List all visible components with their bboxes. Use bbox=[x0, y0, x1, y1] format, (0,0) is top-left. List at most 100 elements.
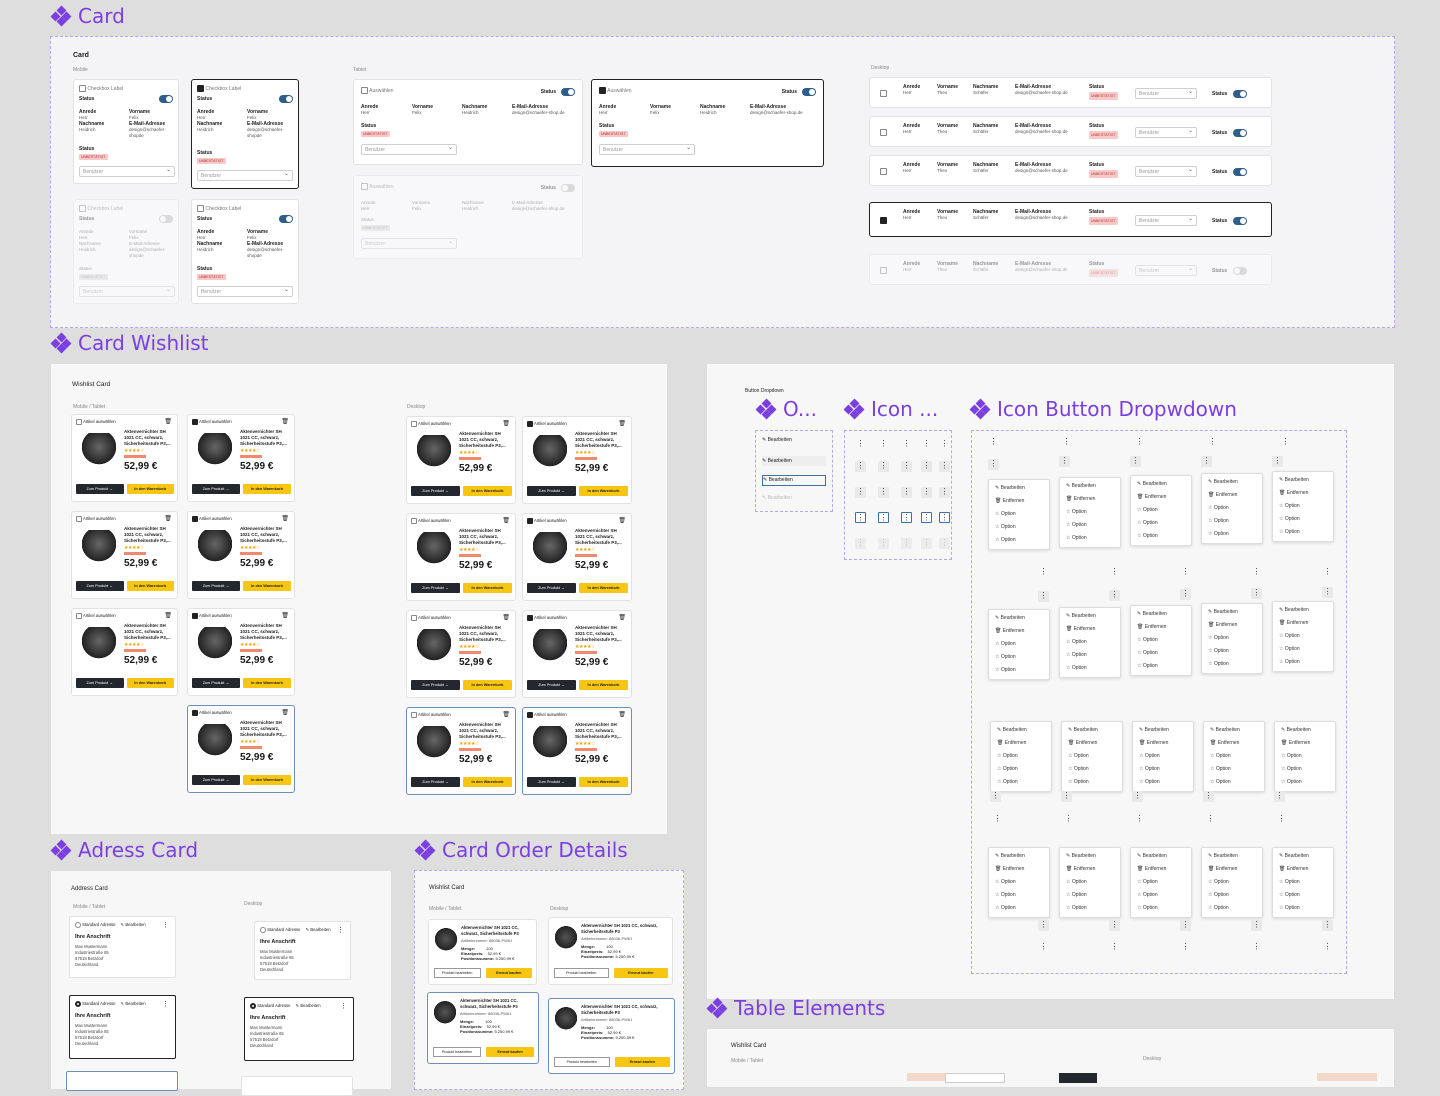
wishlist-card[interactable]: Artikel auswählen 🗑 Aktenvernichter SH 1… bbox=[406, 707, 516, 795]
edit-label[interactable]: Bearbeiten bbox=[300, 1003, 320, 1008]
menu-item[interactable]: 🗑 Entfernen bbox=[1131, 863, 1191, 876]
kebab-menu-icon[interactable]: ⋮ bbox=[337, 926, 344, 934]
trash-icon[interactable]: 🗑 bbox=[502, 711, 510, 718]
dropdown-item-focus[interactable]: ✎ Bearbeiten bbox=[762, 475, 826, 486]
checkbox[interactable] bbox=[79, 85, 86, 92]
kebab-menu-icon[interactable]: ⋮ bbox=[1038, 920, 1049, 931]
menu-item[interactable]: ☆ Option bbox=[991, 776, 1051, 789]
role-select[interactable]: Benutzer bbox=[599, 144, 695, 155]
kebab-menu-icon[interactable]: ⋮ bbox=[1134, 814, 1145, 825]
address-radio[interactable] bbox=[75, 922, 81, 928]
menu-item[interactable]: ✎ Bearbeiten bbox=[1062, 724, 1122, 737]
kebab-menu-icon[interactable]: ⋮ bbox=[1205, 814, 1216, 825]
address-card[interactable]: Standard Adresse ✎ Bearbeiten ⋮ Ihre Ans… bbox=[69, 995, 176, 1059]
kebab-menu-icon[interactable]: ⋮ bbox=[162, 921, 169, 929]
status-toggle[interactable] bbox=[1233, 128, 1247, 137]
menu-item[interactable]: ✎ Bearbeiten bbox=[1131, 608, 1191, 621]
table-input[interactable] bbox=[945, 1073, 1005, 1083]
menu-item[interactable]: ☆ Option bbox=[1273, 643, 1333, 656]
menu-item[interactable]: ✎ Bearbeiten bbox=[1131, 850, 1191, 863]
kebab-menu-icon[interactable]: ⋮ bbox=[1132, 791, 1143, 802]
wishlist-card[interactable]: Artikel auswählen 🗑 Aktenvernichter SH 1… bbox=[187, 511, 295, 599]
kebab-menu-icon[interactable]: ⋮ bbox=[939, 461, 950, 472]
desktop-card-row[interactable]: Anrede Herr Vorname Theo Nachname Schäfer E-Ma… bbox=[869, 155, 1272, 186]
checkbox[interactable] bbox=[880, 216, 887, 224]
kebab-menu-icon[interactable]: ⋮ bbox=[1322, 587, 1333, 598]
checkbox[interactable] bbox=[76, 516, 82, 522]
status-toggle[interactable] bbox=[802, 88, 816, 96]
menu-item[interactable]: ☆ Option bbox=[1060, 662, 1120, 675]
add-to-cart-button[interactable]: In den Warenkorb bbox=[126, 678, 174, 688]
add-to-cart-button[interactable]: In den Warenkorb bbox=[463, 680, 512, 690]
kebab-menu-icon[interactable]: ⋮ bbox=[340, 1002, 347, 1010]
edit-label[interactable]: Bearbeiten bbox=[310, 927, 330, 932]
to-product-button[interactable]: Zum Produkt → bbox=[527, 680, 576, 690]
kebab-menu-icon[interactable]: ⋮ bbox=[1251, 588, 1262, 599]
menu-item[interactable]: 🗑 Entfernen bbox=[1060, 863, 1120, 876]
add-to-cart-button[interactable]: In den Warenkorb bbox=[126, 581, 174, 591]
menu-item[interactable]: ☆ Option bbox=[1273, 902, 1333, 915]
menu-item[interactable]: ☆ Option bbox=[1131, 647, 1191, 660]
menu-item[interactable]: ✎ Bearbeiten bbox=[1060, 850, 1120, 863]
menu-item[interactable]: ☆ Option bbox=[1062, 763, 1122, 776]
desktop-card-row[interactable]: Anrede Herr Vorname Theo Nachname Schäfer E-Ma… bbox=[869, 116, 1272, 147]
wishlist-card[interactable]: Artikel auswählen 🗑 Aktenvernichter SH 1… bbox=[406, 416, 516, 504]
wishlist-card[interactable]: Artikel auswählen 🗑 Aktenvernichter SH 1… bbox=[406, 610, 516, 698]
table-button[interactable] bbox=[1059, 1073, 1097, 1083]
menu-item[interactable]: ☆ Option bbox=[1131, 889, 1191, 902]
kebab-menu-icon[interactable]: ⋮ bbox=[855, 461, 866, 472]
checkbox[interactable] bbox=[192, 710, 198, 716]
kebab-menu-icon[interactable]: ⋮ bbox=[1180, 589, 1191, 600]
role-select[interactable]: Benutzer bbox=[1135, 126, 1197, 138]
status-toggle[interactable] bbox=[1233, 89, 1247, 98]
kebab-menu-icon[interactable]: ⋮ bbox=[901, 512, 912, 523]
menu-item[interactable]: ✎ Bearbeiten bbox=[1060, 610, 1120, 623]
edit-product-button[interactable]: Produkt bearbeiten bbox=[433, 1047, 481, 1057]
role-select[interactable]: Benutzer bbox=[1135, 87, 1197, 99]
edit-product-button[interactable]: Produkt bearbeiten bbox=[434, 968, 481, 978]
status-toggle[interactable] bbox=[159, 95, 173, 103]
address-radio[interactable] bbox=[250, 1003, 256, 1009]
menu-item[interactable]: ☆ Option bbox=[1060, 876, 1120, 889]
checkbox[interactable] bbox=[192, 419, 198, 425]
edit-icon[interactable]: ✎ bbox=[296, 1003, 300, 1008]
menu-item[interactable]: 🗑 Entfernen bbox=[1062, 737, 1122, 750]
kebab-menu-icon[interactable]: ⋮ bbox=[878, 487, 889, 498]
menu-item[interactable]: ☆ Option bbox=[1131, 876, 1191, 889]
tablet-card-selected[interactable]: Auswählen Status Anrede Herr Vorname Felix… bbox=[591, 79, 824, 167]
menu-item[interactable]: ☆ Option bbox=[1273, 513, 1333, 526]
menu-item[interactable]: ☆ Option bbox=[1062, 750, 1122, 763]
kebab-menu-icon[interactable]: ⋮ bbox=[1038, 591, 1049, 602]
menu-item[interactable]: ☆ Option bbox=[1273, 656, 1333, 669]
wishlist-card[interactable]: Artikel auswählen 🗑 Aktenvernichter SH 1… bbox=[71, 414, 178, 502]
order-card[interactable]: Aktenvernichter SH 1021 CC, schwarz, Sic… bbox=[548, 998, 675, 1074]
kebab-menu-icon[interactable]: ⋮ bbox=[939, 512, 950, 523]
wishlist-card[interactable]: Artikel auswählen 🗑 Aktenvernichter SH 1… bbox=[522, 610, 632, 698]
kebab-menu-icon[interactable]: ⋮ bbox=[1180, 567, 1191, 578]
kebab-menu-icon[interactable]: ⋮ bbox=[1109, 567, 1120, 578]
to-product-button[interactable]: Zum Produkt → bbox=[192, 484, 240, 494]
menu-item[interactable]: ☆ Option bbox=[1131, 517, 1191, 530]
menu-item[interactable]: 🗑 Entfernen bbox=[1060, 623, 1120, 636]
kebab-menu-icon[interactable]: ⋮ bbox=[855, 439, 866, 450]
wishlist-card[interactable]: Artikel auswählen 🗑 Aktenvernichter SH 1… bbox=[71, 608, 178, 696]
checkbox[interactable] bbox=[411, 518, 417, 524]
menu-item[interactable]: ✎ Bearbeiten bbox=[991, 724, 1051, 737]
role-select[interactable]: Benutzer bbox=[361, 144, 457, 155]
order-card[interactable]: Aktenvernichter SH 1021 CC, schwarz, Sic… bbox=[548, 917, 673, 985]
menu-item[interactable]: 🗑 Entfernen bbox=[1273, 863, 1333, 876]
kebab-menu-icon[interactable]: ⋮ bbox=[1201, 456, 1212, 467]
add-to-cart-button[interactable]: In den Warenkorb bbox=[579, 486, 628, 496]
menu-item[interactable]: ✎ Bearbeiten bbox=[1202, 606, 1262, 619]
to-product-button[interactable]: Zum Produkt → bbox=[76, 581, 124, 591]
status-toggle[interactable] bbox=[279, 95, 293, 103]
kebab-menu-icon[interactable]: ⋮ bbox=[1322, 920, 1333, 931]
kebab-menu-icon[interactable]: ⋮ bbox=[990, 791, 1001, 802]
menu-item[interactable]: ☆ Option bbox=[1133, 763, 1193, 776]
mobile-card-selected[interactable]: Checkbox Label Status Anrede Herr Nachnam… bbox=[191, 79, 299, 189]
kebab-menu-icon[interactable]: ⋮ bbox=[901, 487, 912, 498]
checkbox[interactable] bbox=[880, 266, 887, 274]
menu-item[interactable]: ✎ Bearbeiten bbox=[989, 482, 1049, 495]
desktop-card-row[interactable]: Anrede Herr Vorname Theo Nachname Schäfer E-Ma… bbox=[869, 202, 1272, 237]
kebab-menu-icon[interactable]: ⋮ bbox=[988, 459, 999, 470]
